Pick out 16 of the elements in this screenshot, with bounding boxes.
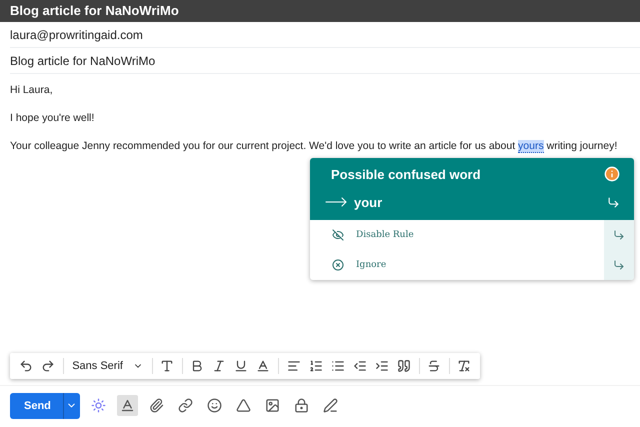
window-title: Blog article for NaNoWriMo [0, 0, 640, 22]
popup-action[interactable]: Ignore [310, 250, 604, 280]
circle-x-icon [332, 259, 344, 271]
font-select[interactable]: Sans Serif [68, 360, 147, 372]
subject-field[interactable]: Blog article for NaNoWriMo [10, 48, 640, 74]
eye-off-icon [332, 229, 344, 241]
popup-action[interactable]: Disable Rule [310, 220, 604, 250]
body-paragraph: Hi Laura, [10, 84, 54, 97]
recipient-field[interactable]: laura@prowritingaid.com [10, 22, 640, 48]
formatting-options-icon[interactable] [116, 395, 138, 416]
popup-title: Possible confused word [331, 166, 481, 182]
info-icon[interactable] [604, 166, 620, 182]
body-paragraph: I hope you're well! [10, 112, 96, 125]
replacement-option[interactable]: your [324, 190, 382, 214]
body-paragraph: Your colleague Jenny recommended you for our current project. We'd love you to write an article for us about yours writing journey! [10, 140, 618, 153]
apply-arrow-icon[interactable] [607, 196, 620, 208]
